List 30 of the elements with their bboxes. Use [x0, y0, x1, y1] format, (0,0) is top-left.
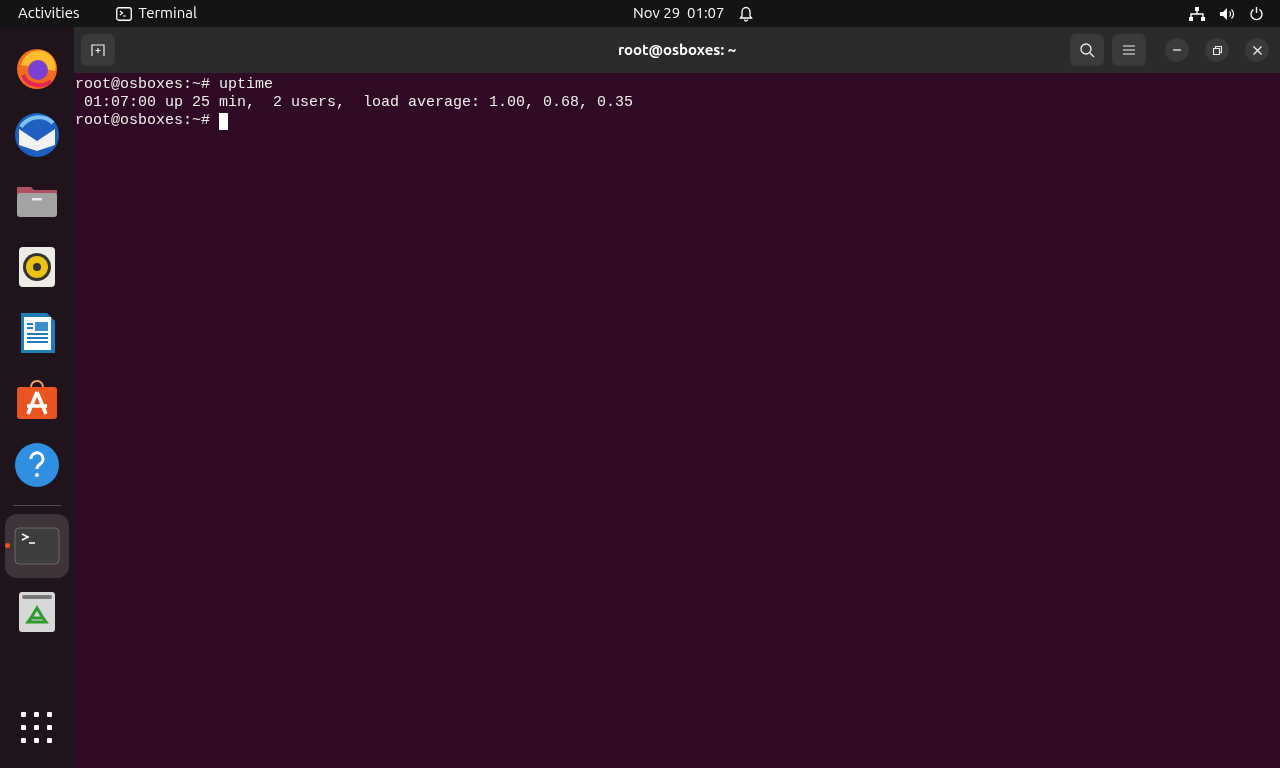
app-menu-label[interactable]: Terminal — [138, 2, 197, 25]
close-icon — [1252, 45, 1262, 55]
running-indicator — [5, 543, 10, 548]
power-icon[interactable] — [1249, 6, 1264, 21]
help-icon — [13, 441, 61, 489]
shell-prompt: root@osboxes:~# — [75, 112, 211, 130]
restore-button[interactable] — [1205, 38, 1229, 62]
window-title: root@osboxes: ~ — [617, 39, 737, 60]
terminal-icon — [115, 6, 132, 21]
new-tab-button[interactable] — [81, 34, 115, 66]
clock[interactable]: Nov 29 01:07 — [633, 2, 725, 25]
search-button[interactable] — [1070, 34, 1104, 66]
command-output: 01:07:00 up 25 min, 2 users, load average: 1.00, 0.68, 0.35 — [83, 94, 634, 112]
network-icon[interactable] — [1189, 6, 1205, 21]
activities-button[interactable]: Activities — [18, 2, 80, 25]
close-button[interactable] — [1245, 38, 1269, 62]
menu-icon — [1123, 45, 1135, 55]
shell-prompt: root@osboxes:~# — [75, 76, 211, 94]
minimize-icon — [1173, 49, 1181, 51]
restore-icon — [1212, 45, 1222, 55]
app-grid-icon[interactable] — [21, 712, 53, 744]
volume-icon[interactable] — [1219, 6, 1235, 21]
terminal-area[interactable]: root@osboxes:~# uptime 01:07:00 up 25 min, 2 users, load average: 1.00, 0.68, 0.35 root@osboxes:~# — [74, 73, 1280, 768]
mail-client-icon — [13, 111, 61, 159]
minimize-button[interactable] — [1165, 38, 1189, 62]
bell-icon — [738, 5, 753, 22]
search-icon — [1079, 42, 1095, 58]
menu-button[interactable] — [1112, 34, 1146, 66]
command-text: uptime — [219, 76, 274, 94]
new-tab-icon — [91, 44, 105, 56]
